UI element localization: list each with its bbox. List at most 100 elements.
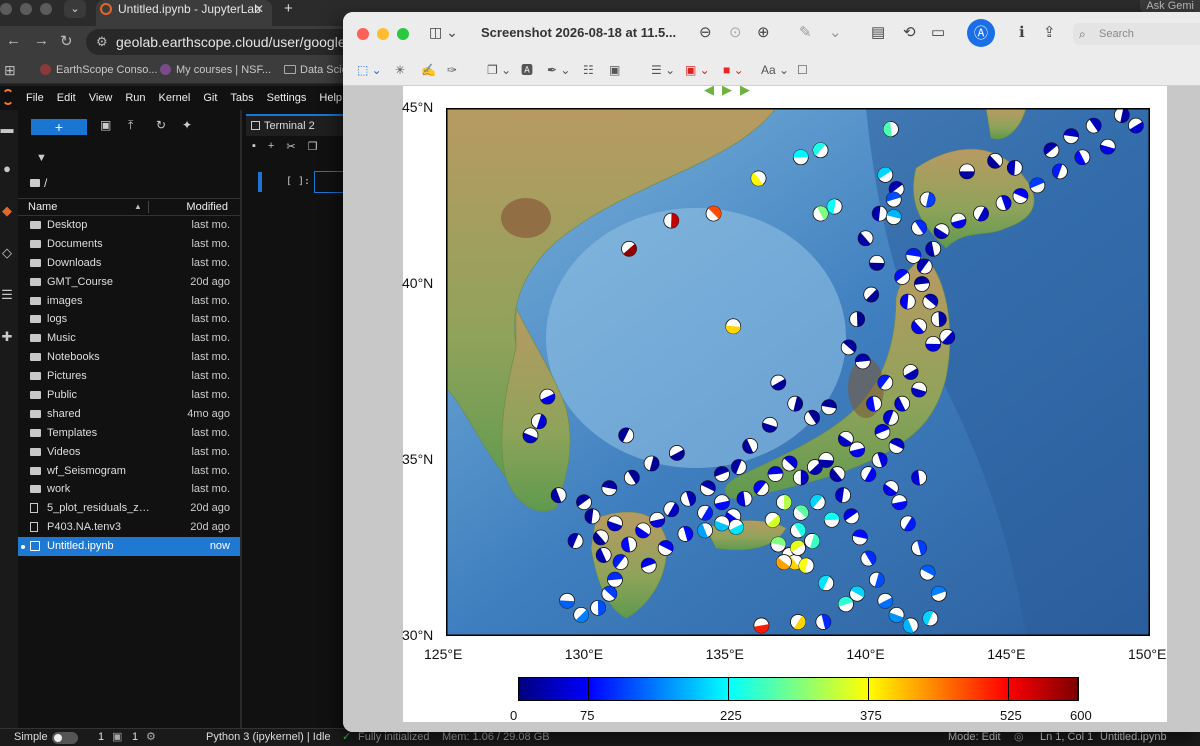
note-icon[interactable]: ☐ <box>797 62 808 78</box>
page-icon[interactable]: ▣ <box>609 62 620 78</box>
zoom-out-icon[interactable]: ⊖ <box>699 23 712 43</box>
save-icon[interactable]: ▪ <box>252 140 256 153</box>
search-input[interactable]: ⌕ Search <box>1073 23 1200 45</box>
highlight-menu-icon[interactable]: ⌄ <box>829 23 842 43</box>
bookmark-item[interactable]: EarthScope Conso... <box>40 58 158 84</box>
add-cell-icon[interactable]: + <box>268 140 274 153</box>
focal-mechanism-beachball <box>725 318 742 335</box>
kernel-status[interactable]: Python 3 (ipykernel) | Idle <box>206 729 331 746</box>
zoom-window-button[interactable] <box>397 28 409 40</box>
adjust-color-icon[interactable]: ☷ <box>583 62 594 78</box>
sort-ascending-icon[interactable]: ▲ <box>134 199 142 215</box>
name-column-header[interactable]: Name <box>28 199 57 215</box>
menu-item-view[interactable]: View <box>89 86 113 110</box>
menu-item-tabs[interactable]: Tabs <box>230 86 253 110</box>
file-row[interactable]: GMT_Course 20d ago <box>18 273 240 292</box>
simple-mode-toggle[interactable] <box>52 732 78 744</box>
menu-item-help[interactable]: Help <box>319 86 342 110</box>
draw-icon[interactable]: ✑ <box>447 62 457 78</box>
upload-icon[interactable]: ⤒ <box>128 118 133 133</box>
breadcrumb[interactable]: / <box>30 176 47 190</box>
file-row[interactable]: wf_Seismogram last mo. <box>18 462 240 481</box>
address-bar[interactable]: ⚙ geolab.earthscope.cloud/user/google-oa… <box>86 29 386 55</box>
reload-icon[interactable]: ↻ <box>60 32 73 50</box>
site-info-icon[interactable]: ⚙ <box>96 29 108 55</box>
menu-item-file[interactable]: File <box>26 86 44 110</box>
file-row[interactable]: work last mo. <box>18 480 240 499</box>
file-row[interactable]: Documents last mo. <box>18 235 240 254</box>
sign-icon[interactable]: ✒ ⌄ <box>547 62 570 78</box>
new-tab-icon[interactable]: + <box>284 0 293 18</box>
file-row[interactable]: images last mo. <box>18 292 240 311</box>
page-navigation-arrows-icon[interactable]: ◀▶▶ <box>704 82 758 98</box>
file-row[interactable]: Pictures last mo. <box>18 367 240 386</box>
menu-item-run[interactable]: Run <box>125 86 145 110</box>
close-tab-icon[interactable]: ✕ <box>254 0 264 18</box>
annotate-icon[interactable]: ▭ <box>931 23 945 43</box>
modified-column-header[interactable]: Modified <box>186 199 228 215</box>
zoom-in-icon[interactable]: ⊕ <box>757 23 770 43</box>
menu-item-git[interactable]: Git <box>203 86 217 110</box>
markup-button[interactable]: Ⓐ <box>967 19 995 47</box>
breadcrumb-path: / <box>44 176 48 190</box>
file-row[interactable]: Desktop last mo. <box>18 216 240 235</box>
forward-icon[interactable]: → <box>34 32 49 49</box>
filter-icon[interactable]: ▼ <box>36 152 47 164</box>
share-icon[interactable]: ⇪ <box>1043 23 1056 43</box>
apps-grid-icon[interactable]: ⊞ <box>4 62 16 79</box>
zoom-fit-icon[interactable]: ⊙ <box>729 23 742 43</box>
file-row[interactable]: Public last mo. <box>18 386 240 405</box>
file-row[interactable]: Downloads last mo. <box>18 254 240 273</box>
window-controls[interactable] <box>0 3 52 15</box>
extension-manager-icon[interactable]: ✚ <box>0 330 14 344</box>
bookmark-item[interactable]: My courses | NSF... <box>160 58 271 84</box>
copy-icon[interactable]: ❐ <box>308 140 318 153</box>
file-row[interactable]: 5_plot_residuals_zo... 20d ago <box>18 499 240 518</box>
instant-alpha-icon[interactable]: ✳ <box>395 62 405 78</box>
column-divider[interactable] <box>148 201 149 213</box>
frame-tick-top <box>1121 108 1150 109</box>
new-launcher-button[interactable]: + <box>31 119 87 135</box>
sketch-icon[interactable]: ✍ <box>421 62 436 78</box>
file-row[interactable]: logs last mo. <box>18 310 240 329</box>
border-color-icon[interactable]: ▣ ⌄ <box>685 62 710 78</box>
cut-icon[interactable]: ✂ <box>286 140 295 153</box>
extension-cube-icon[interactable]: ◆ <box>0 204 14 218</box>
running-terminals-icon[interactable]: ● <box>0 162 14 176</box>
tab-label: Terminal 2 <box>264 120 315 132</box>
new-folder-icon[interactable]: ▣ <box>100 118 111 132</box>
info-icon[interactable]: ℹ <box>1019 23 1025 43</box>
minimize-window-button[interactable] <box>377 28 389 40</box>
table-of-contents-icon[interactable]: ☰ <box>0 288 14 302</box>
git-icon[interactable]: ◇ <box>0 246 14 260</box>
back-icon[interactable]: ← <box>6 32 21 49</box>
text-style-icon[interactable]: Aa ⌄ <box>761 62 789 78</box>
file-row[interactable]: shared 4mo ago <box>18 405 240 424</box>
fill-color-icon[interactable]: ■ ⌄ <box>723 62 744 78</box>
file-row[interactable]: Templates last mo. <box>18 424 240 443</box>
text-tool-icon[interactable]: 🅰 <box>521 62 533 78</box>
file-row[interactable]: Music last mo. <box>18 329 240 348</box>
file-row[interactable]: Videos last mo. <box>18 443 240 462</box>
menu-item-settings[interactable]: Settings <box>267 86 307 110</box>
tab-search-icon[interactable]: ⌄ <box>64 0 86 18</box>
refresh-icon[interactable]: ↻ <box>156 118 166 132</box>
browser-tab-active[interactable]: Untitled.ipynb - JupyterLab ✕ <box>96 0 272 26</box>
file-row[interactable]: Untitled.ipynb now <box>18 537 240 557</box>
menu-item-edit[interactable]: Edit <box>57 86 76 110</box>
file-row[interactable]: Notebooks last mo. <box>18 348 240 367</box>
file-browser-icon[interactable]: ▬ <box>0 122 14 136</box>
menu-item-kernel[interactable]: Kernel <box>159 86 191 110</box>
close-window-button[interactable] <box>357 28 369 40</box>
git-clone-icon[interactable]: ✦ <box>182 118 192 132</box>
file-row[interactable]: P403.NA.tenv3 20d ago <box>18 518 240 537</box>
highlight-pen-icon[interactable]: ✎ <box>799 23 812 43</box>
shapes-icon[interactable]: ❐ ⌄ <box>487 62 511 78</box>
tab-terminal-2[interactable]: Terminal 2 <box>246 114 346 136</box>
rotate-icon[interactable]: ⟲ <box>903 23 916 43</box>
bookmark-folder[interactable]: Data Scie <box>284 58 348 84</box>
line-style-icon[interactable]: ☰ ⌄ <box>651 62 675 78</box>
crop-icon[interactable]: ▤ <box>871 23 885 43</box>
selection-tool-icon[interactable]: ⬚ ⌄ <box>357 62 382 78</box>
sidebar-toggle-icon[interactable]: ◫ ⌄ <box>429 24 458 41</box>
